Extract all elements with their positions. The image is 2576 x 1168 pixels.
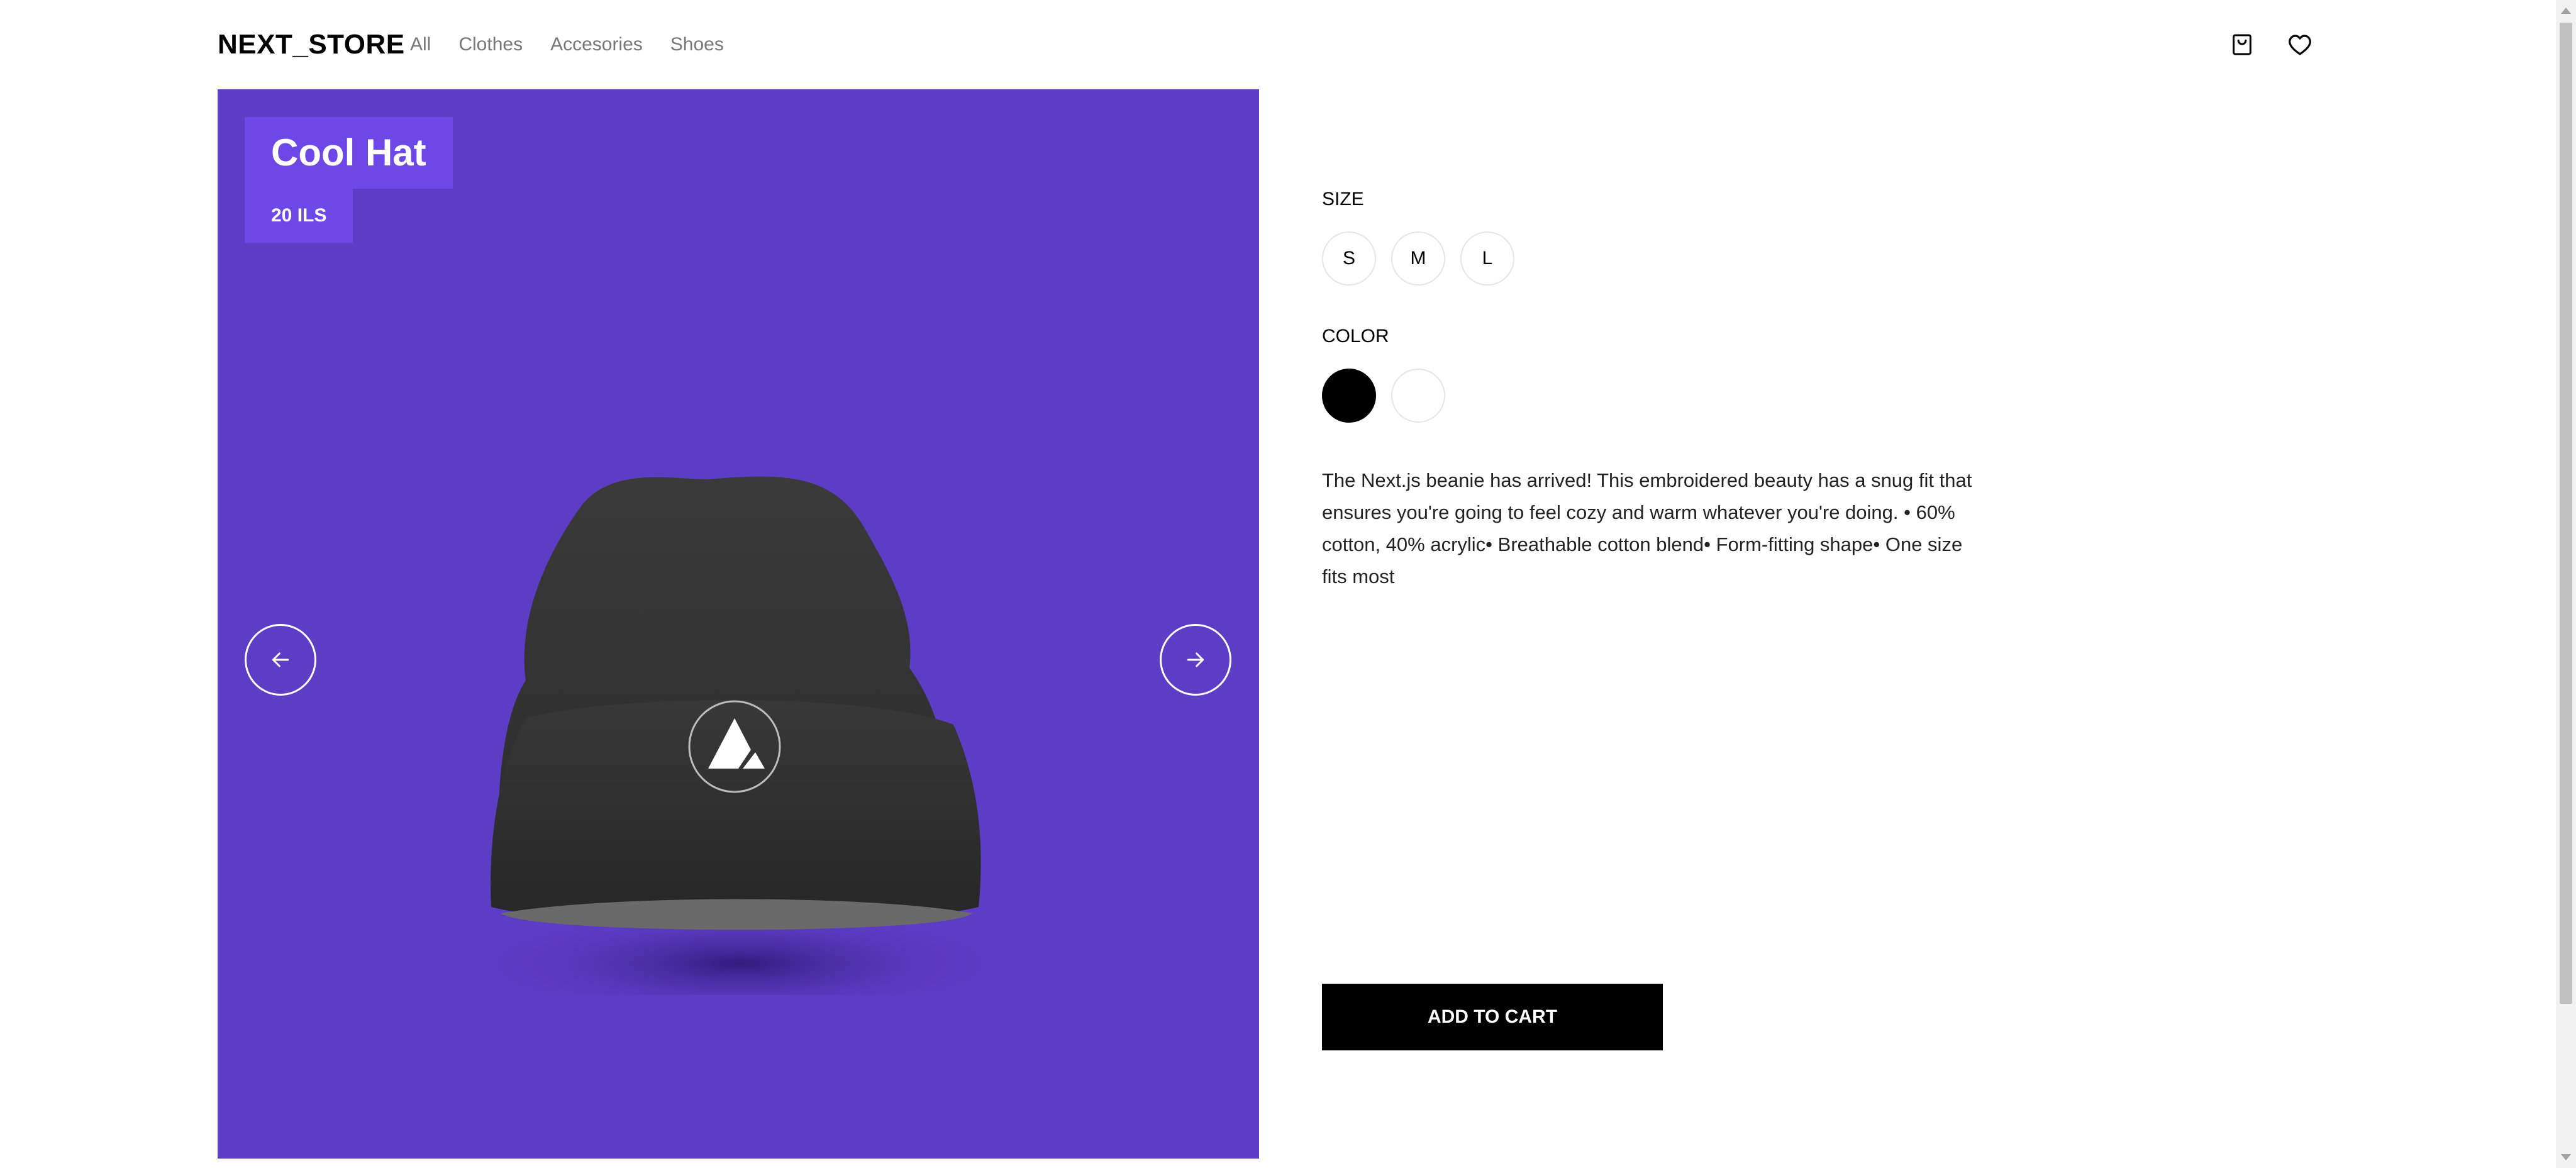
site-header: NEXT_STORE All Clothes Accesories Shoes — [0, 0, 2556, 89]
product-title: Cool Hat — [245, 117, 453, 189]
size-option-s[interactable]: S — [1322, 231, 1376, 286]
product-price: 20 ILS — [245, 189, 353, 243]
page-scrollbar[interactable] — [2556, 0, 2576, 1168]
size-label: SIZE — [1322, 189, 1364, 209]
product-description: The Next.js beanie has arrived! This emb… — [1322, 469, 1972, 587]
header-actions — [2226, 29, 2316, 60]
scroll-thumb[interactable] — [2560, 23, 2572, 1004]
black-beanie-icon — [431, 366, 1060, 1020]
add-to-cart-button[interactable]: ADD TO CART — [1322, 984, 1663, 1050]
product-details: SIZE S M L COLOR The Next.js beanie has … — [1322, 189, 1989, 592]
arrow-left-icon — [272, 652, 289, 667]
size-option-m[interactable]: M — [1391, 231, 1445, 286]
scroll-up-icon[interactable] — [2561, 8, 2571, 14]
scroll-down-icon[interactable] — [2561, 1154, 2571, 1160]
main-nav: All Clothes Accesories Shoes — [410, 34, 724, 55]
color-selector — [1322, 369, 1989, 423]
nav-link-shoes[interactable]: Shoes — [670, 34, 724, 55]
previous-image-button[interactable] — [245, 624, 316, 696]
store-logo[interactable]: NEXT_STORE — [218, 29, 405, 60]
color-swatch-white[interactable] — [1391, 369, 1445, 423]
size-option-l[interactable]: L — [1460, 231, 1514, 286]
nav-link-clothes[interactable]: Clothes — [458, 34, 523, 55]
product-title-block: Cool Hat 20 ILS — [245, 117, 453, 243]
heart-icon[interactable] — [2284, 29, 2316, 60]
arrow-right-icon — [1187, 652, 1204, 667]
nav-link-all[interactable]: All — [410, 34, 431, 55]
product-gallery: Cool Hat 20 ILS — [218, 89, 1259, 1159]
color-swatch-black[interactable] — [1322, 369, 1376, 423]
nav-link-accessories[interactable]: Accesories — [550, 34, 643, 55]
next-image-button[interactable] — [1160, 624, 1231, 696]
cart-icon[interactable] — [2226, 29, 2258, 60]
size-selector: S M L — [1322, 231, 1989, 286]
color-label: COLOR — [1322, 326, 1389, 347]
